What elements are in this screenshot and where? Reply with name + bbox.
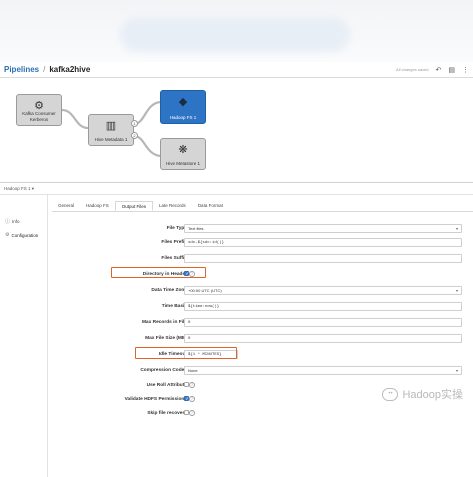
breadcrumb-pipelines-link[interactable]: Pipelines [4, 65, 39, 74]
output-port-2[interactable]: 2 [131, 132, 138, 139]
hadoop-icon: ◆ [178, 96, 188, 108]
select-value: +00:00 UTC (UTC) [188, 288, 222, 293]
compression-codec-select[interactable]: None ▾ [184, 366, 462, 375]
pipeline-header: Pipelines / kafka2hive All changes saved… [0, 62, 473, 78]
watermark: •• Hadoop实操 [382, 386, 463, 402]
stage-config-panel: Hadoop FS 1 ▾ ⓘ Info ⚙ Configuration Gen… [0, 182, 473, 477]
kafka-icon: ⚙ [34, 100, 44, 112]
field-data-time-zone: Data Time Zone ? +00:00 UTC (UTC) ▾ [60, 286, 473, 297]
blurred-top-banner [0, 0, 473, 62]
config-tabs: General Hadoop FS Output Files Late Reco… [52, 201, 229, 211]
pipeline-canvas[interactable]: ⚙ Kafka Consumer Kerberos ▥ Hive Metadat… [0, 78, 473, 182]
field-max-records: Max Records in File ? 0 [60, 318, 473, 329]
field-compression-codec: Compression Codec ? None ▾ [60, 366, 473, 377]
field-label: Validate HDFS Permissions [124, 397, 187, 402]
select-value: None [188, 368, 198, 373]
field-label: Use Roll Attribute [146, 383, 187, 388]
blurred-shape [120, 18, 350, 52]
max-file-size-input[interactable]: 0 [184, 334, 462, 343]
tab-output-files[interactable]: Output Files [114, 201, 154, 211]
breadcrumb-separator: / [43, 65, 46, 74]
files-prefix-input[interactable]: sdc-${sdc:id()} [184, 238, 462, 247]
field-skip-file-recovery: Skip file recovery ? [60, 410, 473, 420]
field-label: Skip file recovery [147, 411, 187, 416]
field-files-suffix: Files Suffix ? [60, 254, 473, 265]
more-vertical-icon[interactable]: ⋮ [462, 66, 469, 74]
chevron-down-icon: ▾ [455, 226, 458, 231]
time-basis-input[interactable]: ${time:now()} [184, 302, 462, 311]
stage-label: Kafka Consumer Kerberos [22, 111, 56, 122]
config-side-nav: ⓘ Info ⚙ Configuration [0, 195, 48, 477]
field-idle-timeout: Idle Timeout ? ${1 * MINUTES} [60, 350, 473, 361]
wechat-icon: •• [382, 387, 399, 401]
validate-permissions-checkbox[interactable] [184, 396, 189, 402]
field-max-file-size: Max File Size (MB) ? 0 [60, 334, 473, 345]
output-port-1[interactable]: 1 [131, 120, 138, 127]
field-file-type: File Type ? Text files ▾ [60, 224, 473, 235]
field-time-basis: Time Basis ? ${time:now()} [60, 302, 473, 313]
stage-label: Hive Metastore 1 [165, 160, 200, 166]
field-label: Compression Codec [140, 368, 187, 373]
side-nav-configuration[interactable]: ⚙ Configuration [0, 228, 47, 242]
side-nav-label: Info [12, 218, 20, 224]
gear-icon: ⚙ [5, 232, 10, 238]
watermark-text: Hadoop实操 [402, 389, 463, 401]
pipeline-title: kafka2hive [49, 65, 91, 74]
use-roll-attribute-checkbox[interactable] [184, 382, 189, 387]
stage-kafka-consumer[interactable]: ⚙ Kafka Consumer Kerberos [16, 94, 62, 126]
field-label: Data Time Zone [151, 288, 187, 293]
tab-data-format[interactable]: Data Format [192, 201, 229, 211]
stage-label: Hadoop FS 1 [169, 114, 197, 120]
database-icon: ▥ [105, 120, 117, 132]
stage-hive-metadata[interactable]: ▥ Hive Metadata 1 [88, 114, 134, 146]
stage-hadoop-fs[interactable]: ◆ Hadoop FS 1 [160, 90, 206, 124]
select-value: Text files [188, 226, 204, 231]
side-nav-label: Configuration [11, 232, 39, 238]
help-icon[interactable]: ? [189, 382, 195, 388]
help-icon[interactable]: ? [189, 410, 195, 416]
header-actions: All changes saved ↶ ▤ ⋮ [396, 66, 469, 74]
tab-general[interactable]: General [52, 201, 80, 211]
skip-file-recovery-checkbox[interactable] [184, 410, 189, 415]
info-icon: ⓘ [5, 218, 11, 225]
help-icon[interactable]: ? [189, 396, 195, 402]
files-suffix-input[interactable] [184, 254, 462, 263]
document-icon[interactable]: ▤ [448, 66, 455, 74]
hive-icon: ❋ [178, 144, 188, 156]
highlight-box [111, 267, 206, 278]
tab-late-records[interactable]: Late Records [153, 201, 192, 211]
save-status-text: All changes saved [396, 67, 429, 72]
data-time-zone-select[interactable]: +00:00 UTC (UTC) ▾ [184, 286, 462, 295]
highlight-box [135, 347, 237, 359]
tab-hadoop-fs[interactable]: Hadoop FS [80, 201, 115, 211]
file-type-select[interactable]: Text files ▾ [184, 224, 462, 233]
stage-label: Hive Metadata 1 [94, 136, 128, 142]
chevron-down-icon: ▾ [455, 288, 458, 293]
tabs-divider [52, 211, 473, 212]
field-label: Max Records in File [141, 320, 187, 325]
stage-hive-metastore[interactable]: ❋ Hive Metastore 1 [160, 138, 206, 170]
field-label: Max File Size (MB) [145, 336, 187, 341]
chevron-down-icon: ▾ [455, 368, 458, 373]
field-files-prefix: Files Prefix ? sdc-${sdc:id()} [60, 238, 473, 249]
divider [0, 194, 473, 195]
pipeline-connections [61, 100, 161, 158]
stage-selector[interactable]: Hadoop FS 1 ▾ [4, 186, 34, 192]
max-records-input[interactable]: 0 [184, 318, 462, 327]
side-nav-info[interactable]: ⓘ Info [0, 214, 47, 228]
undo-icon[interactable]: ↶ [436, 66, 442, 74]
